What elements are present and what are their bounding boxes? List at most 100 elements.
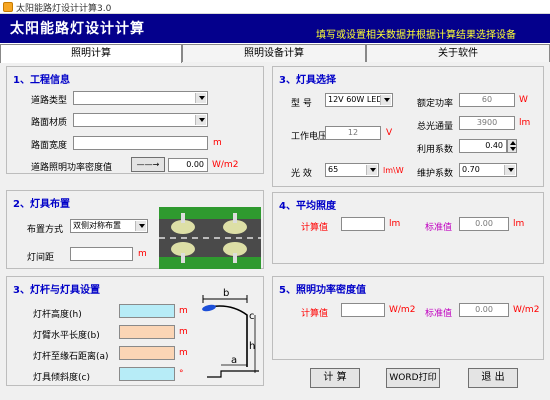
road-width-label: 路面宽度: [31, 141, 68, 151]
efficacy-value: 65: [328, 165, 339, 174]
fixture-title: 3、灯具选择: [279, 75, 336, 86]
project-info-group: 1、工程信息 道路类型 路面材质 路面宽度 m 道路照明功率密度值 ——→ 0.…: [6, 66, 264, 174]
tab-equipment-calc[interactable]: 照明设备计算: [182, 44, 366, 62]
layout-mode-select[interactable]: 双侧对称布置: [70, 219, 148, 233]
header-banner: 太阳能路灯设计计算 填写或设置相关数据并根据计算结果选择设备: [0, 14, 550, 43]
project-info-title: 1、工程信息: [13, 75, 70, 86]
model-select[interactable]: 12V 60W LED灯: [325, 93, 393, 107]
spacing-unit: m: [138, 249, 147, 259]
power-unit: W: [519, 95, 528, 105]
pole-height-input[interactable]: [119, 304, 175, 318]
road-type-label: 道路类型: [31, 96, 68, 106]
pole-settings-title: 3、灯杆与灯具设置: [13, 285, 100, 296]
pole-shape: [208, 305, 248, 367]
app-heading: 太阳能路灯设计计算: [10, 21, 145, 37]
instruction-hint: 填写或设置相关数据并根据计算结果选择设备: [316, 30, 516, 41]
lamp-pole-icon: [233, 253, 237, 263]
lpd-unit: W/m2: [212, 160, 239, 170]
road-layout-illustration: [159, 207, 261, 269]
spacing-label: 灯间距: [27, 253, 55, 263]
illuminance-calc-field: [341, 217, 385, 231]
spacing-input[interactable]: [70, 247, 133, 261]
arm-length-input[interactable]: [119, 325, 175, 339]
flux-unit: lm: [519, 118, 531, 128]
flux-field: 3900: [459, 116, 515, 130]
illuminance-std-unit: lm: [513, 219, 525, 229]
density-std-label: 标准值: [425, 309, 453, 319]
pole-height-unit: m: [179, 306, 188, 316]
voltage-label: 工作电压: [291, 132, 328, 142]
layout-title: 2、灯具布置: [13, 199, 70, 210]
lamp-pole-icon: [181, 253, 185, 263]
chevron-down-icon[interactable]: [135, 221, 146, 231]
chevron-down-icon[interactable]: [366, 165, 377, 175]
window-title: 太阳能路灯设计计算3.0: [16, 4, 112, 14]
road-material-label: 路面材质: [31, 118, 68, 128]
tab-about[interactable]: 关于软件: [366, 44, 550, 62]
power-label: 额定功率: [417, 99, 454, 109]
layout-group: 2、灯具布置 布置方式 双侧对称布置 灯间距 m: [6, 190, 264, 269]
chevron-down-icon[interactable]: [380, 95, 391, 105]
illuminance-calc-label: 计算值: [301, 223, 329, 233]
curb-distance-input[interactable]: [119, 346, 175, 360]
road-width-unit: m: [213, 138, 222, 148]
spin-up-icon[interactable]: [510, 141, 516, 145]
maint-label: 维护系数: [417, 169, 454, 179]
title-bar: 太阳能路灯设计计算3.0: [0, 0, 550, 14]
curb-distance-label: 灯杆至缘石距离(a): [33, 352, 109, 362]
tab-bar: 照明计算 照明设备计算 关于软件: [0, 43, 550, 63]
road-material-select[interactable]: [73, 113, 208, 127]
density-group: 5、照明功率密度值 计算值 W/m2 标准值 0.00 W/m2: [272, 276, 544, 360]
model-label: 型 号: [291, 99, 312, 109]
density-calc-unit: W/m2: [389, 305, 416, 315]
dim-c-text: c: [249, 311, 255, 322]
lamp-pole-icon: [233, 213, 237, 223]
illuminance-calc-unit: lm: [389, 219, 401, 229]
illuminance-title: 4、平均照度: [279, 201, 336, 212]
density-calc-label: 计算值: [301, 309, 329, 319]
util-label: 利用系数: [417, 145, 454, 155]
word-print-button[interactable]: WORD打印: [386, 368, 440, 388]
road-width-input[interactable]: [73, 136, 208, 150]
layout-mode-value: 双侧对称布置: [73, 221, 121, 230]
maint-value: 0.70: [462, 165, 480, 174]
util-field[interactable]: 0.40: [459, 139, 507, 153]
dim-b-text: b: [223, 288, 229, 299]
density-calc-field: [341, 303, 385, 317]
calculate-button[interactable]: 计 算: [310, 368, 360, 388]
maint-select[interactable]: 0.70: [459, 163, 517, 177]
illuminance-std-field: 0.00: [459, 217, 509, 231]
flux-label: 总光通量: [417, 122, 454, 132]
exit-button[interactable]: 退 出: [468, 368, 518, 388]
arm-length-label: 灯臂水平长度(b): [33, 331, 100, 341]
chevron-down-icon[interactable]: [195, 93, 206, 103]
tilt-unit: °: [179, 369, 184, 379]
lamp-head-icon: [202, 304, 216, 312]
efficacy-unit: lm\W: [383, 166, 404, 175]
spin-down-icon[interactable]: [510, 147, 516, 151]
tab-lighting-calc[interactable]: 照明计算: [0, 44, 182, 63]
power-field: 60: [459, 93, 515, 107]
density-std-field: 0.00: [459, 303, 509, 317]
lpd-label: 道路照明功率密度值: [31, 163, 113, 173]
tilt-input[interactable]: [119, 367, 175, 381]
efficacy-select[interactable]: 65: [325, 163, 379, 177]
layout-mode-label: 布置方式: [27, 225, 64, 235]
tilt-label: 灯具倾斜度(c): [33, 373, 90, 383]
util-spinner[interactable]: [507, 139, 517, 153]
lpd-lookup-button[interactable]: ——→: [131, 157, 165, 172]
chevron-down-icon[interactable]: [504, 165, 515, 175]
efficacy-label: 光 效: [291, 169, 312, 179]
app-icon: [3, 2, 13, 12]
lamp-pole-icon: [181, 213, 185, 223]
density-std-unit: W/m2: [513, 305, 540, 315]
voltage-unit: V: [386, 128, 393, 138]
density-title: 5、照明功率密度值: [279, 285, 366, 296]
fixture-group: 3、灯具选择 型 号 12V 60W LED灯 工作电压 12 V 光 效 65…: [272, 66, 544, 187]
arm-length-unit: m: [179, 327, 188, 337]
road-type-select[interactable]: [73, 91, 208, 105]
pole-diagram: b c h a: [202, 288, 259, 378]
chevron-down-icon[interactable]: [195, 115, 206, 125]
dim-h-text: h: [249, 341, 255, 352]
curb-distance-unit: m: [179, 348, 188, 358]
